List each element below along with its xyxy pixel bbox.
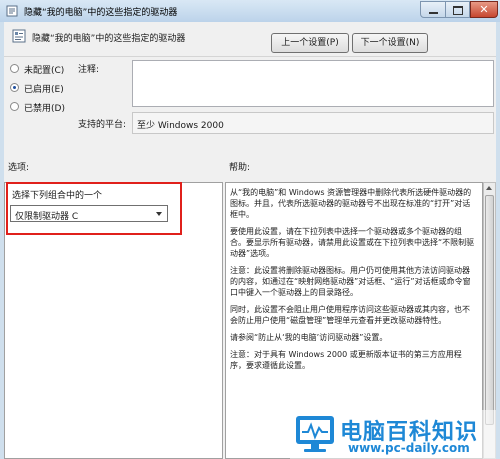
window-title: 隐藏“我的电脑”中的这些指定的驱动器: [24, 8, 178, 18]
help-paragraph: 注意：此设置将删除驱动器图标。用户仍可使用其他方法访问驱动器的内容，如通过在“映…: [230, 266, 471, 297]
policy-settings-icon: [6, 5, 18, 17]
platform-field: 至少 Windows 2000: [132, 112, 494, 134]
options-section-label: 选项:: [8, 163, 30, 173]
header-divider: [4, 56, 496, 57]
maximize-icon: [453, 6, 463, 15]
radio-disabled-circle[interactable]: [10, 102, 19, 111]
watermark-url: www.pc-daily.com: [348, 441, 470, 455]
help-paragraph: 同时，此设置不会阻止用户使用程序访问这些驱动器或其内容，也不会防止用户使用“磁盘…: [230, 305, 470, 325]
maximize-button[interactable]: [446, 1, 470, 18]
scrollbar-thumb[interactable]: [485, 195, 494, 425]
annotation-highlight-box: [6, 182, 182, 235]
help-paragraph: 要使用此设置，请在下拉列表中选择一个驱动器或多个驱动器的组合。要显示所有驱动器，…: [230, 227, 475, 258]
previous-setting-button[interactable]: 上一个设置(P): [271, 33, 349, 53]
help-section-label: 帮助:: [229, 163, 251, 173]
radio-not-configured-label: 未配置(C): [24, 66, 65, 76]
help-paragraph: 请参阅“防止从‘我的电脑’访问驱动器”设置。: [230, 333, 388, 342]
platform-value: 至少 Windows 2000: [137, 121, 224, 131]
close-icon: ✕: [479, 3, 489, 16]
minimize-button[interactable]: [420, 1, 446, 18]
radio-disabled-label: 已禁用(D): [24, 104, 65, 114]
help-paragraph: 注意：对于具有 Windows 2000 或更新版本证书的第三方应用程序，要求遵…: [230, 350, 462, 370]
minimize-icon: [429, 12, 438, 14]
radio-not-configured-circle[interactable]: [10, 64, 19, 73]
platform-label: 支持的平台:: [78, 120, 127, 130]
title-bar[interactable]: 隐藏“我的电脑”中的这些指定的驱动器 ✕: [0, 0, 500, 22]
help-text: 从“我的电脑”和 Windows 资源管理器中删除代表所选硬件驱动器的图标。并且…: [230, 187, 476, 377]
policy-editor-window: 隐藏“我的电脑”中的这些指定的驱动器 ✕ 隐藏“我的电脑”中的这些指定的驱动器 …: [0, 0, 500, 459]
radio-enabled-label: 已启用(E): [24, 85, 64, 95]
monitor-logo-icon: [296, 416, 334, 452]
comment-label: 注释:: [78, 65, 100, 75]
radio-enabled-circle[interactable]: [10, 83, 19, 92]
policy-setting-icon: [12, 29, 26, 43]
site-watermark: 电脑百科知识 www.pc-daily.com: [290, 410, 496, 459]
scroll-up-icon[interactable]: [486, 186, 492, 190]
dialog-client-area: 隐藏“我的电脑”中的这些指定的驱动器 上一个设置(P) 下一个设置(N) 未配置…: [4, 22, 496, 459]
comment-textarea[interactable]: [132, 60, 494, 107]
help-paragraph: 从“我的电脑”和 Windows 资源管理器中删除代表所选硬件驱动器的图标。并且…: [230, 188, 472, 219]
close-button[interactable]: ✕: [470, 1, 498, 18]
next-setting-button[interactable]: 下一个设置(N): [352, 33, 428, 53]
setting-title: 隐藏“我的电脑”中的这些指定的驱动器: [32, 34, 186, 44]
